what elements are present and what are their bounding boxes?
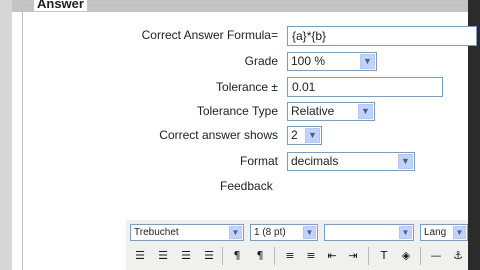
language-select[interactable]: Lang ▼: [420, 224, 468, 241]
formula-input[interactable]: {a}*{b}: [287, 26, 477, 46]
text-color-icon[interactable]: T: [375, 247, 393, 265]
format-label: Format: [239, 154, 278, 168]
chevron-down-icon: ▼: [453, 226, 466, 239]
window-left-bar: [0, 0, 12, 270]
language-value: Lang: [424, 227, 447, 238]
tolerance-type-select[interactable]: Relative ▼: [287, 102, 375, 121]
indent-icon[interactable]: ⇥: [344, 247, 362, 265]
answer-shows-value: 2: [291, 128, 298, 142]
ltr-icon[interactable]: ¶: [228, 247, 246, 265]
section-legend: Answer: [34, 0, 87, 11]
font-size-value: 1 (8 pt): [254, 227, 286, 238]
answer-shows-label: Correct answer shows: [159, 128, 278, 142]
toolbar-separator: [420, 247, 421, 265]
anchor-icon[interactable]: ⚓: [449, 247, 467, 265]
answer-shows-select[interactable]: 2 ▼: [287, 126, 322, 145]
font-size-select[interactable]: 1 (8 pt) ▼: [250, 224, 318, 241]
chevron-down-icon: ▼: [303, 226, 316, 239]
ordered-list-icon[interactable]: ≡: [281, 247, 299, 265]
fieldset-border: [22, 5, 468, 6]
tolerance-type-label: Tolerance Type: [196, 104, 278, 118]
feedback-label: Feedback: [220, 179, 273, 193]
horizontal-rule-icon[interactable]: —: [427, 247, 445, 265]
style-select[interactable]: ▼: [324, 224, 414, 241]
toolbar-separator: [222, 247, 223, 265]
tolerance-label: Tolerance ±: [216, 80, 278, 94]
formula-label: Correct Answer Formula=: [141, 28, 278, 42]
chevron-down-icon: ▼: [360, 54, 375, 69]
fieldset-border-left: [22, 5, 23, 270]
align-right-icon[interactable]: ☰: [177, 247, 195, 265]
rtl-icon[interactable]: ¶: [251, 247, 269, 265]
chevron-down-icon: ▼: [229, 226, 242, 239]
format-select[interactable]: decimals ▼: [287, 152, 415, 171]
grade-select-value: 100 %: [291, 54, 326, 68]
toolbar-separator: [368, 247, 369, 265]
unordered-list-icon[interactable]: ≡: [302, 247, 320, 265]
chevron-down-icon: ▼: [305, 128, 320, 143]
format-value: decimals: [291, 154, 339, 168]
chevron-down-icon: ▼: [399, 226, 412, 239]
font-family-value: Trebuchet: [134, 227, 179, 238]
justify-icon[interactable]: ☰: [200, 247, 218, 265]
align-left-icon[interactable]: ☰: [131, 247, 149, 265]
grade-select[interactable]: 100 % ▼: [287, 52, 377, 71]
outdent-icon[interactable]: ⇤: [323, 247, 341, 265]
chevron-down-icon: ▼: [398, 154, 413, 169]
tolerance-input[interactable]: 0.01: [287, 77, 443, 97]
grade-label: Grade: [244, 54, 278, 68]
align-center-icon[interactable]: ☰: [154, 247, 172, 265]
background-color-icon[interactable]: ◈: [397, 247, 415, 265]
font-family-select[interactable]: Trebuchet ▼: [130, 224, 244, 241]
toolbar-separator: [274, 247, 275, 265]
tolerance-type-value: Relative: [291, 104, 335, 118]
chevron-down-icon: ▼: [358, 104, 373, 119]
